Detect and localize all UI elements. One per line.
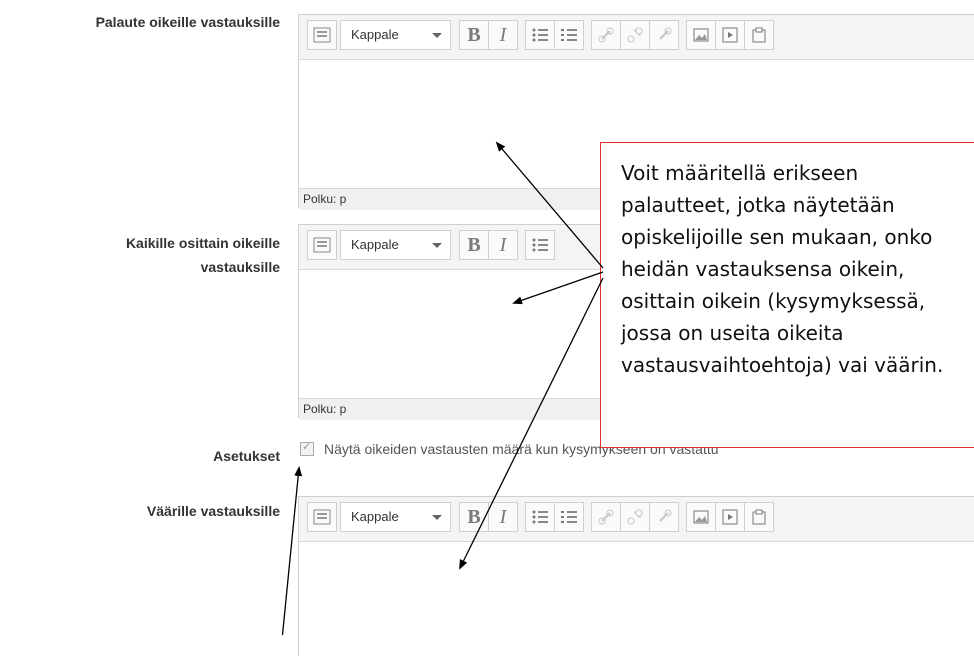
- arrow-to-settings-checkbox: [281, 466, 303, 635]
- arrow-to-correct-editor: [495, 141, 604, 269]
- arrow-to-incorrect-editor: [459, 277, 604, 570]
- arrow-to-partial-editor: [512, 271, 604, 305]
- annotation-arrows: [281, 141, 604, 635]
